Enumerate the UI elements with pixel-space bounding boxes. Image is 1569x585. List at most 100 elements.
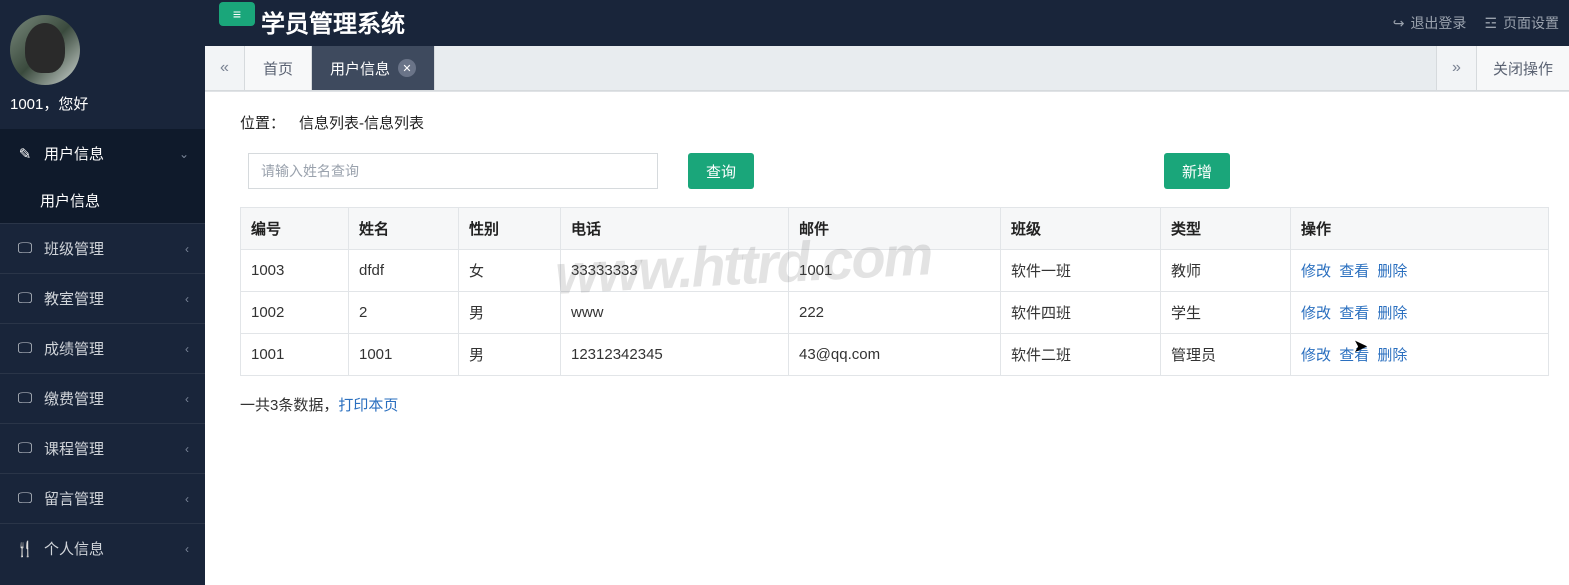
sidebar-item-userinfo[interactable]: ✎ 用户信息 ⌄ (0, 129, 205, 178)
avatar-section: 1001，您好 (0, 0, 205, 129)
close-ops-label: 关闭操作 (1493, 58, 1553, 79)
settings-icon: ☲ (1484, 15, 1497, 32)
table-cell: dfdf (349, 250, 459, 292)
th-id: 编号 (241, 208, 349, 250)
double-chevron-right-icon: » (1452, 59, 1461, 77)
monitor-icon: 🖵 (16, 290, 34, 307)
chevron-left-icon: ‹ (185, 292, 189, 306)
table-cell-actions: 修改 查看 删除 (1291, 334, 1549, 376)
table-cell: www (561, 292, 789, 334)
row-action-edit[interactable]: 修改 (1301, 305, 1331, 322)
sidebar-item-label: 缴费管理 (44, 388, 104, 409)
table-cell: 管理员 (1161, 334, 1291, 376)
table-row: 10011001男1231234234543@qq.com软件二班管理员修改 查… (241, 334, 1549, 376)
sidebar-item-payment[interactable]: 🖵 缴费管理 ‹ (0, 373, 205, 423)
row-action-delete[interactable]: 删除 (1377, 347, 1407, 364)
tab-userinfo[interactable]: 用户信息 ✕ (312, 46, 435, 90)
table-cell: 2 (349, 292, 459, 334)
tabs-bar: « 首页 用户信息 ✕ » 关闭操作 (205, 46, 1569, 91)
row-action-edit[interactable]: 修改 (1301, 347, 1331, 364)
logout-label: 退出登录 (1410, 13, 1466, 33)
row-action-view[interactable]: 查看 (1339, 263, 1369, 280)
action-row: 查询 新增 (240, 153, 1549, 189)
utensils-icon: 🍴 (16, 540, 34, 558)
breadcrumb-path: 信息列表-信息列表 (299, 112, 424, 133)
tabs-container: 首页 用户信息 ✕ (245, 46, 435, 90)
sidebar-item-score[interactable]: 🖵 成绩管理 ‹ (0, 323, 205, 373)
monitor-icon: 🖵 (16, 340, 34, 357)
table-cell: 1001 (349, 334, 459, 376)
table-cell: 1001 (241, 334, 349, 376)
sidebar-item-message[interactable]: 🖵 留言管理 ‹ (0, 473, 205, 523)
data-table: 编号 姓名 性别 电话 邮件 班级 类型 操作 1003dfdf女3333333… (240, 207, 1549, 376)
table-cell: 43@qq.com (789, 334, 1001, 376)
footer-info: 一共3条数据，打印本页 (240, 394, 1549, 415)
breadcrumb-label: 位置： (240, 112, 285, 133)
table-cell: 软件一班 (1001, 250, 1161, 292)
row-action-delete[interactable]: 删除 (1377, 263, 1407, 280)
print-link[interactable]: 打印本页 (338, 397, 398, 414)
row-action-view[interactable]: 查看 (1339, 347, 1369, 364)
table-cell: 软件二班 (1001, 334, 1161, 376)
bars-icon: ≡ (233, 6, 241, 22)
sidebar-subitem-userinfo[interactable]: 用户信息 (0, 178, 205, 223)
add-button[interactable]: 新增 (1164, 153, 1230, 189)
tab-scroll-right[interactable]: » (1436, 46, 1476, 90)
sidebar-item-profile[interactable]: 🍴 个人信息 ‹ (0, 523, 205, 573)
table-row: 10022男www222软件四班学生修改 查看 删除 (241, 292, 1549, 334)
close-icon: ✕ (402, 62, 411, 75)
main-area: ≡ 学员管理系统 ↪ 退出登录 ☲ 页面设置 « 首页 (205, 0, 1569, 585)
chevron-left-icon: ‹ (185, 392, 189, 406)
row-action-view[interactable]: 查看 (1339, 305, 1369, 322)
table-cell-actions: 修改 查看 删除 (1291, 292, 1549, 334)
chevron-down-icon: ⌄ (179, 147, 189, 161)
th-class: 班级 (1001, 208, 1161, 250)
sidebar-item-label: 用户信息 (44, 143, 104, 164)
search-button[interactable]: 查询 (688, 153, 754, 189)
table-cell: 教师 (1161, 250, 1291, 292)
tab-close-operations[interactable]: 关闭操作 (1476, 46, 1569, 90)
table-cell: 1001 (789, 250, 1001, 292)
sidebar-item-class[interactable]: 🖵 班级管理 ‹ (0, 223, 205, 273)
table-cell: 学生 (1161, 292, 1291, 334)
summary-text: 一共3条数据， (240, 397, 338, 414)
table-cell: 男 (459, 292, 561, 334)
table-cell: 33333333 (561, 250, 789, 292)
table-cell: 1003 (241, 250, 349, 292)
th-phone: 电话 (561, 208, 789, 250)
tab-label: 首页 (263, 58, 293, 79)
monitor-icon: 🖵 (16, 390, 34, 407)
table-row: 1003dfdf女333333331001软件一班教师修改 查看 删除 (241, 250, 1549, 292)
greeting-text: 1001，您好 (10, 93, 195, 114)
sidebar-item-label: 班级管理 (44, 238, 104, 259)
monitor-icon: 🖵 (16, 440, 34, 457)
hamburger-button[interactable]: ≡ (219, 2, 255, 26)
tab-label: 用户信息 (330, 58, 390, 79)
table-cell: 12312342345 (561, 334, 789, 376)
logout-icon: ↪ (1393, 15, 1405, 32)
tab-close-button[interactable]: ✕ (398, 59, 416, 77)
page-settings-label: 页面设置 (1503, 13, 1559, 33)
sidebar-item-classroom[interactable]: 🖵 教室管理 ‹ (0, 273, 205, 323)
table-cell: 1002 (241, 292, 349, 334)
table-header-row: 编号 姓名 性别 电话 邮件 班级 类型 操作 (241, 208, 1549, 250)
tab-home[interactable]: 首页 (245, 46, 312, 90)
content-area: ➤ www.httrd.com 位置： 信息列表-信息列表 查询 新增 编号 姓… (205, 91, 1569, 585)
app-title: 学员管理系统 (261, 4, 405, 39)
tab-scroll-left[interactable]: « (205, 46, 245, 90)
chevron-left-icon: ‹ (185, 542, 189, 556)
sidebar-item-course[interactable]: 🖵 课程管理 ‹ (0, 423, 205, 473)
sidebar: 1001，您好 ✎ 用户信息 ⌄ 用户信息 🖵 班级管理 ‹ 🖵 教室管理 ‹ (0, 0, 205, 585)
search-input[interactable] (248, 153, 658, 189)
avatar[interactable] (10, 15, 80, 85)
row-action-delete[interactable]: 删除 (1377, 305, 1407, 322)
row-action-edit[interactable]: 修改 (1301, 263, 1331, 280)
breadcrumb: 位置： 信息列表-信息列表 (240, 112, 1549, 133)
table-cell: 222 (789, 292, 1001, 334)
chevron-left-icon: ‹ (185, 442, 189, 456)
logout-link[interactable]: ↪ 退出登录 (1393, 13, 1467, 33)
th-name: 姓名 (349, 208, 459, 250)
sidebar-nav: ✎ 用户信息 ⌄ 用户信息 🖵 班级管理 ‹ 🖵 教室管理 ‹ 🖵 成绩管理 ‹ (0, 129, 205, 585)
page-settings-link[interactable]: ☲ 页面设置 (1484, 13, 1559, 33)
chevron-left-icon: ‹ (185, 492, 189, 506)
